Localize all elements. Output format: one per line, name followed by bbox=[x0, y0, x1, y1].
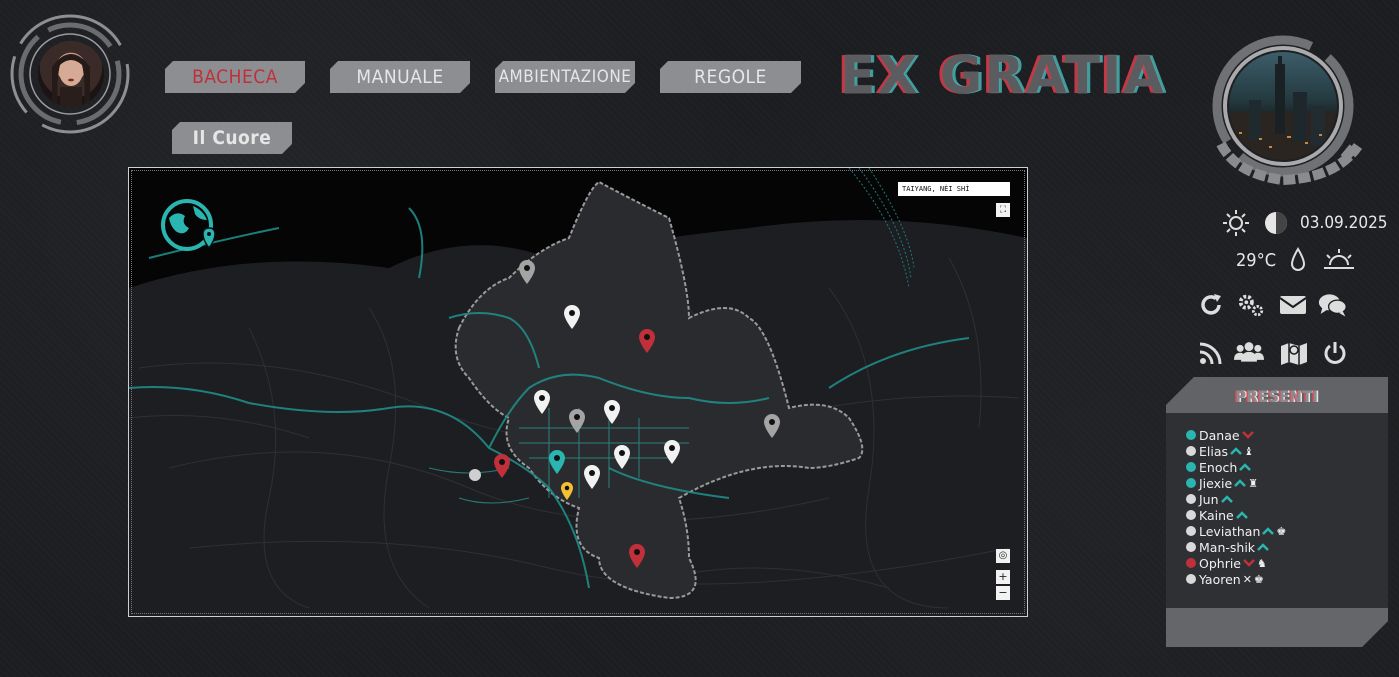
rss-icon[interactable] bbox=[1196, 338, 1226, 368]
sun-icon bbox=[1223, 210, 1249, 236]
map-pin-grey[interactable] bbox=[569, 409, 585, 433]
user-list-item[interactable]: Ophrie ♞ bbox=[1186, 555, 1388, 571]
map-pins bbox=[469, 260, 780, 568]
user-list-item[interactable]: Elias ♝ bbox=[1186, 443, 1388, 459]
user-list-item[interactable]: Enoch bbox=[1186, 459, 1388, 475]
weather-row-1: 03.09.2025 bbox=[1221, 208, 1388, 238]
map-search-input[interactable]: TAIYANG, NÈI SHÌ bbox=[898, 182, 1010, 196]
user-name[interactable]: Ophrie bbox=[1199, 556, 1241, 571]
drop-icon bbox=[1291, 247, 1306, 271]
status-dot bbox=[1186, 430, 1196, 440]
role-icon: ♞ bbox=[1257, 556, 1267, 570]
map-pin-red[interactable] bbox=[629, 544, 645, 568]
mail-icon[interactable] bbox=[1278, 290, 1308, 320]
sunrise-icon bbox=[1324, 249, 1355, 269]
user-name[interactable]: Man-shik bbox=[1199, 540, 1255, 555]
status-dot bbox=[1186, 510, 1196, 520]
tab-il-cuore[interactable]: Il Cuore bbox=[172, 122, 292, 154]
status-dot bbox=[1186, 558, 1196, 568]
zoom-in-button[interactable]: + bbox=[996, 570, 1010, 584]
chevron-down-icon bbox=[1242, 429, 1254, 442]
user-name[interactable]: Yaoren bbox=[1199, 572, 1241, 587]
user-name[interactable]: Jiexie bbox=[1199, 476, 1232, 491]
chevron-up-icon bbox=[1239, 461, 1251, 474]
locate-icon[interactable]: ◎ bbox=[996, 549, 1010, 563]
chevron-down-icon bbox=[1243, 557, 1255, 570]
chevron-up-icon bbox=[1262, 525, 1274, 538]
user-avatar[interactable] bbox=[6, 11, 134, 139]
map-pin-white[interactable] bbox=[604, 400, 620, 424]
moon-icon bbox=[1265, 212, 1287, 234]
tab-manuale[interactable]: MANUALE bbox=[330, 61, 470, 93]
chevron-up-icon bbox=[1234, 477, 1246, 490]
user-list-item[interactable]: Jun bbox=[1186, 491, 1388, 507]
status-dot bbox=[1186, 542, 1196, 552]
user-list-item[interactable]: Danae bbox=[1186, 427, 1388, 443]
map-pin-red[interactable] bbox=[639, 329, 655, 353]
user-name[interactable]: Enoch bbox=[1199, 460, 1237, 475]
user-name[interactable]: Danae bbox=[1199, 428, 1240, 443]
city-map[interactable]: TAIYANG, NÈI SHÌ ⛶ ◎ + − bbox=[128, 167, 1028, 617]
user-name[interactable]: Leviathan bbox=[1199, 524, 1260, 539]
user-list-item[interactable]: Yaoren ✕ ♚ bbox=[1186, 571, 1388, 587]
status-dot bbox=[1186, 574, 1196, 584]
role-icon: ♜ bbox=[1248, 476, 1259, 490]
user-list-item[interactable]: Jiexie ♜ bbox=[1186, 475, 1388, 491]
user-name[interactable]: Elias bbox=[1199, 444, 1228, 459]
city-image bbox=[1229, 52, 1337, 160]
map-pin-yellow[interactable] bbox=[561, 482, 573, 500]
chevron-up-icon bbox=[1236, 509, 1248, 522]
user-name[interactable]: Jun bbox=[1199, 492, 1219, 507]
online-users-panel: PRESENTI Danae Elias ♝ Enoch Jiexie ♜ Jun Kaine… bbox=[1166, 377, 1388, 647]
tab-ambientazione[interactable]: AMBIENTAZIONE bbox=[495, 61, 635, 93]
weather-row-2: 29°C bbox=[1236, 247, 1356, 273]
map-pin-red[interactable] bbox=[494, 454, 510, 478]
status-dot bbox=[1186, 526, 1196, 536]
tab-regole[interactable]: REGOLE bbox=[660, 61, 801, 93]
role-icon: ♚ bbox=[1253, 572, 1264, 586]
temperature-text: 29°C bbox=[1236, 249, 1277, 271]
map-location-dot[interactable] bbox=[469, 469, 481, 481]
fullscreen-icon[interactable]: ⛶ bbox=[996, 203, 1010, 217]
panel-title: PRESENTI bbox=[1166, 377, 1388, 413]
status-dot bbox=[1186, 478, 1196, 488]
tab-bacheca[interactable]: BACHECA bbox=[165, 61, 305, 93]
user-name[interactable]: Kaine bbox=[1199, 508, 1234, 523]
status-dot bbox=[1186, 446, 1196, 456]
status-dot bbox=[1186, 462, 1196, 472]
chevron-up-icon bbox=[1230, 445, 1242, 458]
role-icon: ♝ bbox=[1244, 444, 1254, 458]
site-logo: EX GRATIA bbox=[840, 46, 1166, 106]
user-list: Danae Elias ♝ Enoch Jiexie ♜ Jun Kaine Leviathan… bbox=[1166, 413, 1388, 608]
avatar bbox=[38, 41, 104, 107]
map-pin-white[interactable] bbox=[614, 445, 630, 469]
map-pin-white[interactable] bbox=[664, 440, 680, 464]
close-icon: ✕ bbox=[1242, 572, 1252, 586]
city-emblem[interactable] bbox=[1196, 34, 1366, 194]
refresh-icon[interactable] bbox=[1196, 290, 1226, 320]
user-list-item[interactable]: Kaine bbox=[1186, 507, 1388, 523]
map-pin-white[interactable] bbox=[564, 305, 580, 329]
users-icon[interactable] bbox=[1234, 336, 1264, 366]
chevron-up-icon bbox=[1257, 541, 1269, 554]
power-icon[interactable] bbox=[1320, 338, 1350, 368]
user-list-item[interactable]: Leviathan ♚ bbox=[1186, 523, 1388, 539]
map-pin-grey[interactable] bbox=[519, 260, 535, 284]
status-dot bbox=[1186, 494, 1196, 504]
map-pin-white[interactable] bbox=[534, 390, 550, 414]
date-text: 03.09.2025 bbox=[1300, 213, 1388, 233]
chevron-up-icon bbox=[1221, 493, 1233, 506]
role-icon: ♚ bbox=[1276, 524, 1287, 538]
settings-icon[interactable] bbox=[1236, 290, 1266, 320]
user-list-item[interactable]: Man-shik bbox=[1186, 539, 1388, 555]
map-pin-white[interactable] bbox=[584, 465, 600, 489]
map-icon[interactable] bbox=[1279, 338, 1309, 368]
zoom-out-button[interactable]: − bbox=[996, 586, 1010, 600]
chat-icon[interactable] bbox=[1318, 290, 1348, 320]
map-pin-teal[interactable] bbox=[549, 450, 565, 474]
panel-footer bbox=[1166, 608, 1388, 647]
map-pin-grey[interactable] bbox=[764, 414, 780, 438]
